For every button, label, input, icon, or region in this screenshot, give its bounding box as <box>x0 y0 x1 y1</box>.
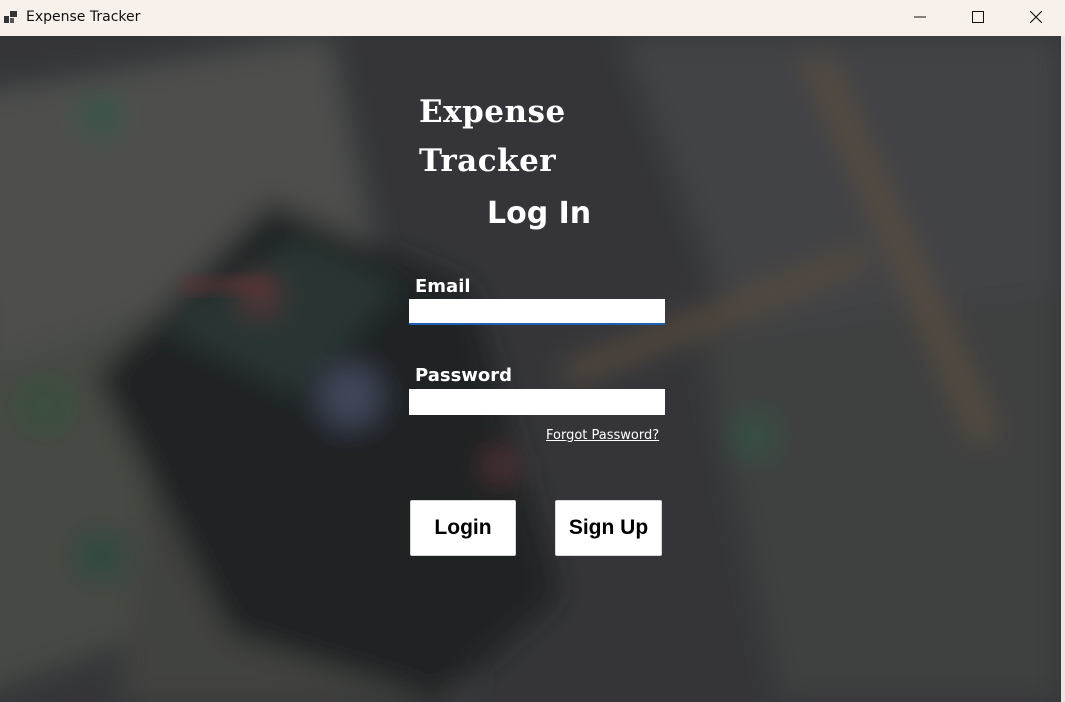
title-bar[interactable]: Expense Tracker <box>0 0 1065 36</box>
close-button[interactable] <box>1007 0 1065 34</box>
signup-button[interactable]: Sign Up <box>555 500 662 556</box>
forgot-password-link[interactable]: Forgot Password? <box>546 428 659 443</box>
password-label: Password <box>415 365 513 386</box>
window-title: Expense Tracker <box>26 9 141 25</box>
login-heading: Log In <box>487 196 592 231</box>
app-window: Expense Tracker Expense Tracker Log In E… <box>0 0 1065 702</box>
window-border <box>1061 36 1065 702</box>
maximize-button[interactable] <box>949 0 1007 34</box>
email-label: Email <box>415 276 471 297</box>
email-field[interactable] <box>409 299 665 325</box>
minimize-button[interactable] <box>891 0 949 34</box>
minimize-icon <box>914 16 926 18</box>
close-icon <box>1030 11 1042 23</box>
login-button[interactable]: Login <box>410 500 516 556</box>
app-window-icon <box>4 11 17 23</box>
app-heading: Expense Tracker <box>419 94 566 179</box>
password-field[interactable] <box>409 389 665 415</box>
maximize-icon <box>972 11 984 23</box>
